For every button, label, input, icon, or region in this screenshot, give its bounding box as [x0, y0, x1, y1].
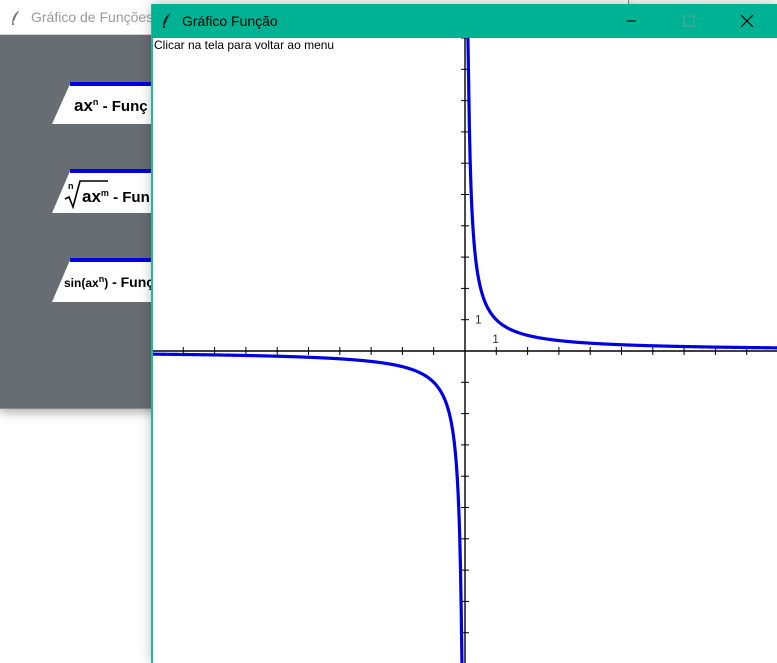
graph-window-title: Gráfico Função	[182, 13, 278, 29]
hint-text: Clicar na tela para voltar ao menu	[154, 38, 335, 52]
menu-window-title: Gráfico de Funções	[31, 9, 154, 25]
series-curve-positive	[466, 38, 777, 350]
minimize-icon	[626, 20, 636, 22]
graph-window: Gráfico Função 1 1 Clicar na tela para v…	[152, 4, 777, 663]
graph-window-titlebar[interactable]: Gráfico Função	[152, 4, 777, 38]
minimize-button[interactable]	[602, 4, 660, 38]
root-function-label: axm - Fun	[82, 187, 150, 206]
y-tick-label: 1	[475, 313, 482, 327]
series-curve-negative	[153, 352, 464, 663]
close-icon	[740, 14, 754, 28]
root-index: n	[68, 181, 74, 191]
close-button[interactable]	[718, 4, 776, 38]
maximize-button[interactable]	[660, 4, 718, 38]
sine-function-label: sin(axn) - Funç	[64, 274, 155, 290]
function-plot[interactable]: 1 1	[153, 38, 777, 663]
feather-icon	[163, 12, 172, 28]
x-tick-label: 1	[492, 332, 499, 346]
graph-canvas[interactable]: 1 1 Clicar na tela para voltar ao menu	[152, 38, 777, 663]
feather-icon	[12, 9, 21, 25]
maximize-icon	[683, 15, 695, 27]
power-function-label: axn - Funç	[74, 96, 148, 115]
